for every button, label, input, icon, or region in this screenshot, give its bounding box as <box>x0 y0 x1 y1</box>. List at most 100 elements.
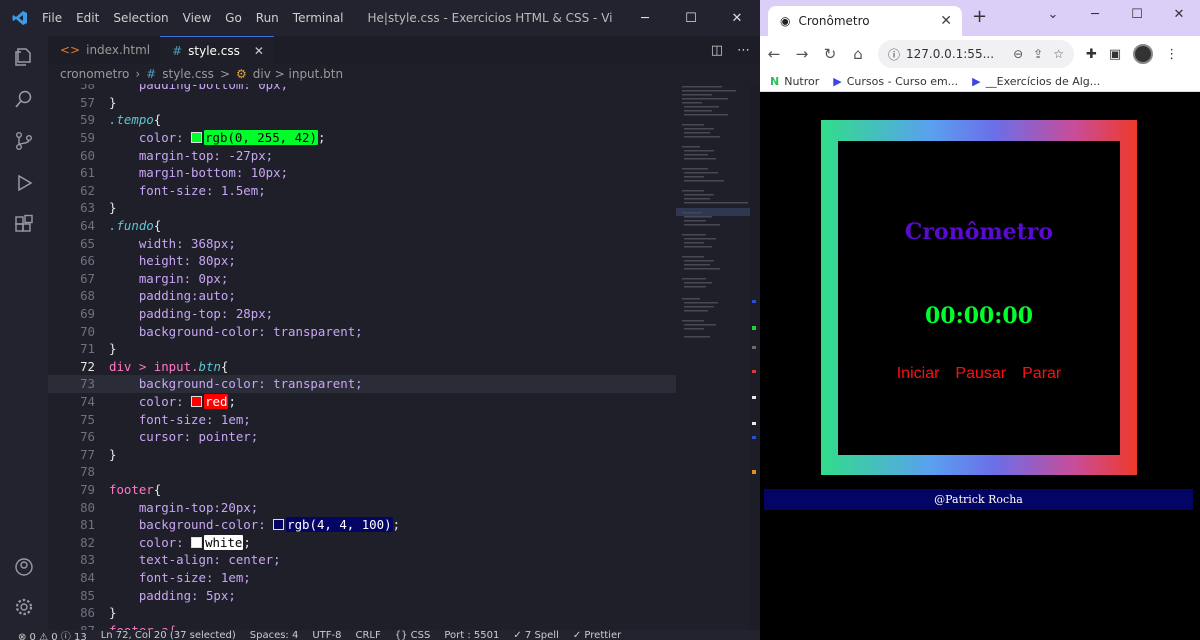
back-icon[interactable]: ← <box>760 45 788 63</box>
code-line[interactable]: 60 margin-top: -27px; <box>48 146 676 164</box>
share-icon[interactable]: ⇪ <box>1033 47 1043 61</box>
maximize-icon[interactable]: ☐ <box>1116 0 1158 28</box>
code-line[interactable]: 67 margin: 0px; <box>48 270 676 288</box>
status-item[interactable]: CRLF <box>356 630 381 640</box>
code-line[interactable]: 77} <box>48 446 676 464</box>
extensions-puzzle-icon[interactable]: ✚ <box>1086 47 1097 62</box>
info-icon[interactable]: ⓘ <box>888 46 900 63</box>
code-line[interactable]: 79 footer{ <box>48 481 676 499</box>
menu-item-terminal[interactable]: Terminal <box>293 11 344 25</box>
menu-item-go[interactable]: Go <box>225 11 242 25</box>
code-line[interactable]: 59 .tempo{ <box>48 111 676 129</box>
menu-item-run[interactable]: Run <box>256 11 279 25</box>
settings-gear-icon[interactable] <box>0 586 48 628</box>
color-swatch[interactable] <box>191 536 203 548</box>
search-icon[interactable] <box>0 78 48 120</box>
stop-button[interactable]: Parar <box>1022 365 1061 383</box>
menu-item-file[interactable]: File <box>42 11 62 25</box>
status-item[interactable]: Spaces: 4 <box>250 630 299 640</box>
breadcrumb-folder[interactable]: cronometro <box>60 67 129 81</box>
code-line[interactable]: 82 color: white; <box>48 534 676 552</box>
editor-scrollbar[interactable] <box>750 84 760 630</box>
code-line[interactable]: 80 margin-top:20px; <box>48 498 676 516</box>
code-line[interactable]: 75 font-size: 1em; <box>48 410 676 428</box>
maximize-icon[interactable]: ☐ <box>668 0 714 36</box>
reload-icon[interactable]: ↻ <box>816 45 844 63</box>
status-item[interactable]: UTF-8 <box>312 630 341 640</box>
close-icon[interactable]: ✕ <box>714 0 760 36</box>
minimize-icon[interactable]: ─ <box>622 0 668 36</box>
home-icon[interactable]: ⌂ <box>844 45 872 63</box>
pause-button[interactable]: Pausar <box>955 365 1006 383</box>
code-line[interactable]: 57} <box>48 94 676 112</box>
code-line[interactable]: 76 cursor: pointer; <box>48 428 676 446</box>
code-line[interactable]: 73 background-color: transparent; <box>48 375 676 393</box>
menu-item-selection[interactable]: Selection <box>113 11 168 25</box>
more-actions-icon[interactable]: ⋯ <box>737 43 750 58</box>
address-bar[interactable]: ⓘ 127.0.0.1:55... ⊖ ⇪ ☆ <box>878 40 1074 68</box>
code-line[interactable]: 66 height: 80px; <box>48 252 676 270</box>
code-line[interactable]: 78 <box>48 463 676 481</box>
code-line[interactable]: 68 padding:auto; <box>48 287 676 305</box>
split-editor-icon[interactable]: ◫ <box>711 43 723 58</box>
line-number: 77 <box>80 446 95 462</box>
bookmark-exercicios[interactable]: ▶ __Exercícios de Alg... <box>972 75 1100 88</box>
tab-index-html[interactable]: <> index.html <box>48 36 161 64</box>
tab-close-icon[interactable]: ✕ <box>254 44 264 58</box>
code-line[interactable]: 84 font-size: 1em; <box>48 569 676 587</box>
breadcrumb-file[interactable]: style.css <box>162 67 214 81</box>
bookmark-cursos[interactable]: ▶ Cursos - Curso em... <box>833 75 958 88</box>
status-item[interactable]: {} CSS <box>395 630 431 640</box>
avatar[interactable] <box>1133 44 1154 64</box>
code-line[interactable]: 63} <box>48 199 676 217</box>
breadcrumb-symbol[interactable]: div > input.btn <box>253 67 343 81</box>
code-editor[interactable]: 58 padding-bottom: 0px; 57} 59 .tempo{59 co… <box>48 84 676 630</box>
bookmark-nutror[interactable]: N Nutror <box>770 75 819 88</box>
menu-item-view[interactable]: View <box>183 11 211 25</box>
source-control-icon[interactable] <box>0 120 48 162</box>
bookmark-star-icon[interactable]: ☆ <box>1053 47 1064 61</box>
status-item[interactable]: ✓ Prettier <box>573 630 621 640</box>
account-icon[interactable] <box>0 546 48 588</box>
code-line[interactable]: 74 color: red; <box>48 393 676 411</box>
minimize-icon[interactable]: ─ <box>1074 0 1116 28</box>
code-line[interactable]: 85 padding: 5px; <box>48 586 676 604</box>
status-item[interactable]: Ln 72, Col 20 (37 selected) <box>101 630 236 640</box>
run-debug-icon[interactable] <box>0 162 48 204</box>
code-line[interactable]: 69 padding-top: 28px; <box>48 305 676 323</box>
code-line[interactable]: 64 .fundo{ <box>48 217 676 235</box>
tab-style-css[interactable]: # style.css ✕ <box>160 36 274 64</box>
sidepanel-icon[interactable]: ▣ <box>1109 47 1121 62</box>
code-line[interactable]: 61 margin-bottom: 10px; <box>48 164 676 182</box>
status-item[interactable]: ✓ 7 Spell <box>513 630 559 640</box>
code-line[interactable]: 83 text-align: center; <box>48 551 676 569</box>
new-tab-icon[interactable]: + <box>972 6 987 27</box>
close-tab-icon[interactable]: ✕ <box>940 13 952 29</box>
code-line[interactable]: 65 width: 368px; <box>48 234 676 252</box>
close-icon[interactable]: ✕ <box>1158 0 1200 28</box>
status-item[interactable]: Port : 5501 <box>444 630 499 640</box>
chevron-down-icon[interactable]: ⌄ <box>1032 0 1074 28</box>
zoom-icon[interactable]: ⊖ <box>1013 47 1023 61</box>
browser-menu-icon[interactable]: ⋮ <box>1165 47 1178 62</box>
explorer-icon[interactable] <box>0 36 48 78</box>
code-line[interactable]: 58 padding-bottom: 0px; <box>48 84 676 94</box>
code-line[interactable]: 71} <box>48 340 676 358</box>
minimap[interactable] <box>676 84 750 630</box>
code-line[interactable]: 86} <box>48 604 676 622</box>
browser-tab[interactable]: ◉ Cronômetro ✕ <box>768 6 962 36</box>
color-swatch[interactable] <box>273 519 285 531</box>
menu-item-edit[interactable]: Edit <box>76 11 99 25</box>
color-swatch[interactable] <box>191 132 203 144</box>
color-swatch[interactable] <box>191 396 203 408</box>
status-item[interactable]: ⊗ 0 ⚠ 0 ⓘ 13 <box>18 630 87 640</box>
start-button[interactable]: Iniciar <box>897 365 940 383</box>
forward-icon[interactable]: → <box>788 45 816 63</box>
code-line[interactable]: 62 font-size: 1.5em; <box>48 182 676 200</box>
code-line[interactable]: 59 color: rgb(0, 255, 42); <box>48 129 676 147</box>
extensions-icon[interactable] <box>0 204 48 246</box>
code-line[interactable]: 70 background-color: transparent; <box>48 322 676 340</box>
code-line[interactable]: 81 background-color: rgb(4, 4, 100); <box>48 516 676 534</box>
code-line[interactable]: 87 footer a{ <box>48 622 676 630</box>
code-line[interactable]: 72 div > input.btn{ <box>48 358 676 376</box>
